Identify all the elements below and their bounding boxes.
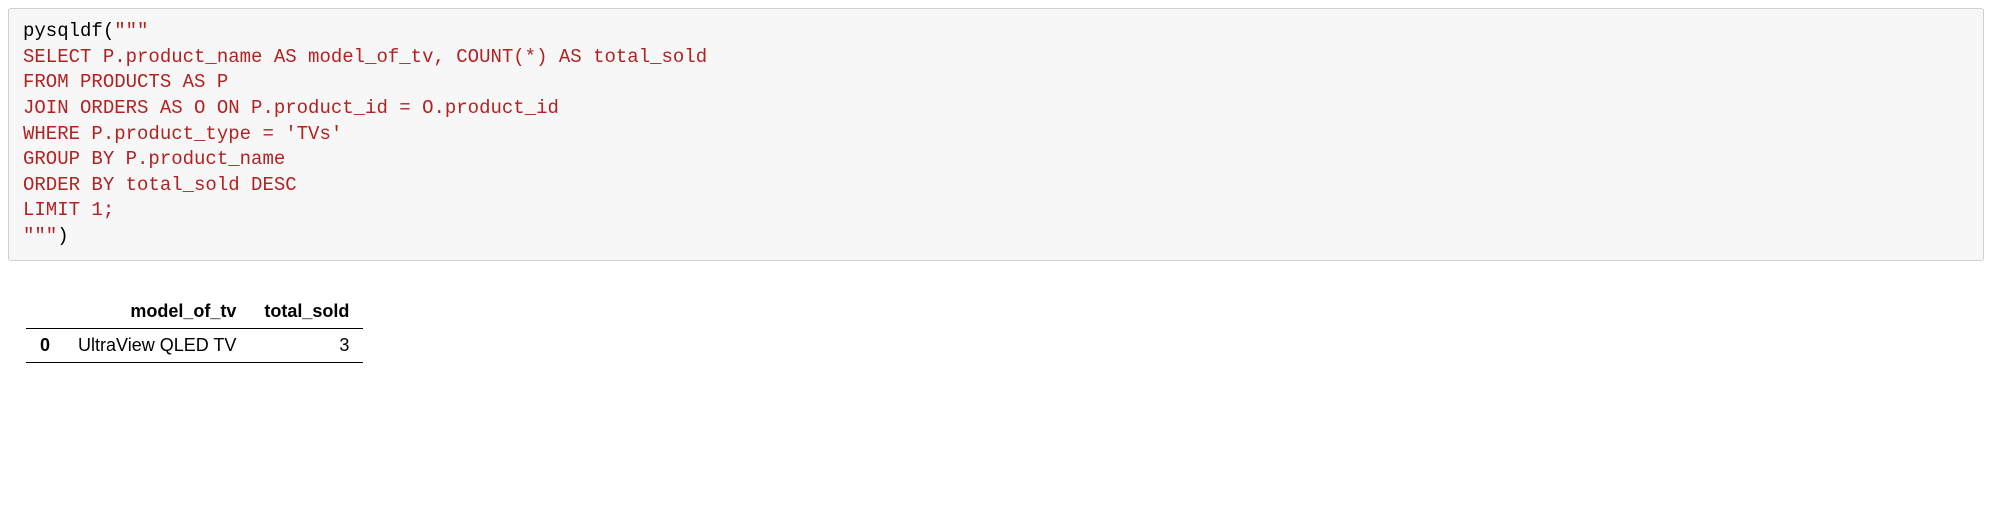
code-call-close: ): [57, 225, 68, 247]
code-sql-line: WHERE P.product_type = 'TVs': [23, 123, 342, 145]
row-index: 0: [26, 328, 64, 362]
output-area: model_of_tv total_sold 0 UltraView QLED …: [8, 295, 1984, 363]
code-sql-line: JOIN ORDERS AS O ON P.product_id = O.pro…: [23, 97, 559, 119]
col-header-model: model_of_tv: [64, 295, 250, 329]
dataframe-table: model_of_tv total_sold 0 UltraView QLED …: [26, 295, 363, 363]
cell-model: UltraView QLED TV: [64, 328, 250, 362]
table-row: 0 UltraView QLED TV 3: [26, 328, 363, 362]
code-call-open: pysqldf(: [23, 20, 114, 42]
col-header-total: total_sold: [250, 295, 363, 329]
table-header-row: model_of_tv total_sold: [26, 295, 363, 329]
index-header-blank: [26, 295, 64, 329]
code-sql-line: GROUP BY P.product_name: [23, 148, 285, 170]
code-sql-line: LIMIT 1;: [23, 199, 114, 221]
code-sql-line: ORDER BY total_sold DESC: [23, 174, 297, 196]
code-input-cell[interactable]: pysqldf(""" SELECT P.product_name AS mod…: [8, 8, 1984, 261]
code-sql-line: FROM PRODUCTS AS P: [23, 71, 228, 93]
cell-total: 3: [250, 328, 363, 362]
code-string-close: """: [23, 225, 57, 247]
code-sql-line: SELECT P.product_name AS model_of_tv, CO…: [23, 46, 707, 68]
code-string-open: """: [114, 20, 148, 42]
